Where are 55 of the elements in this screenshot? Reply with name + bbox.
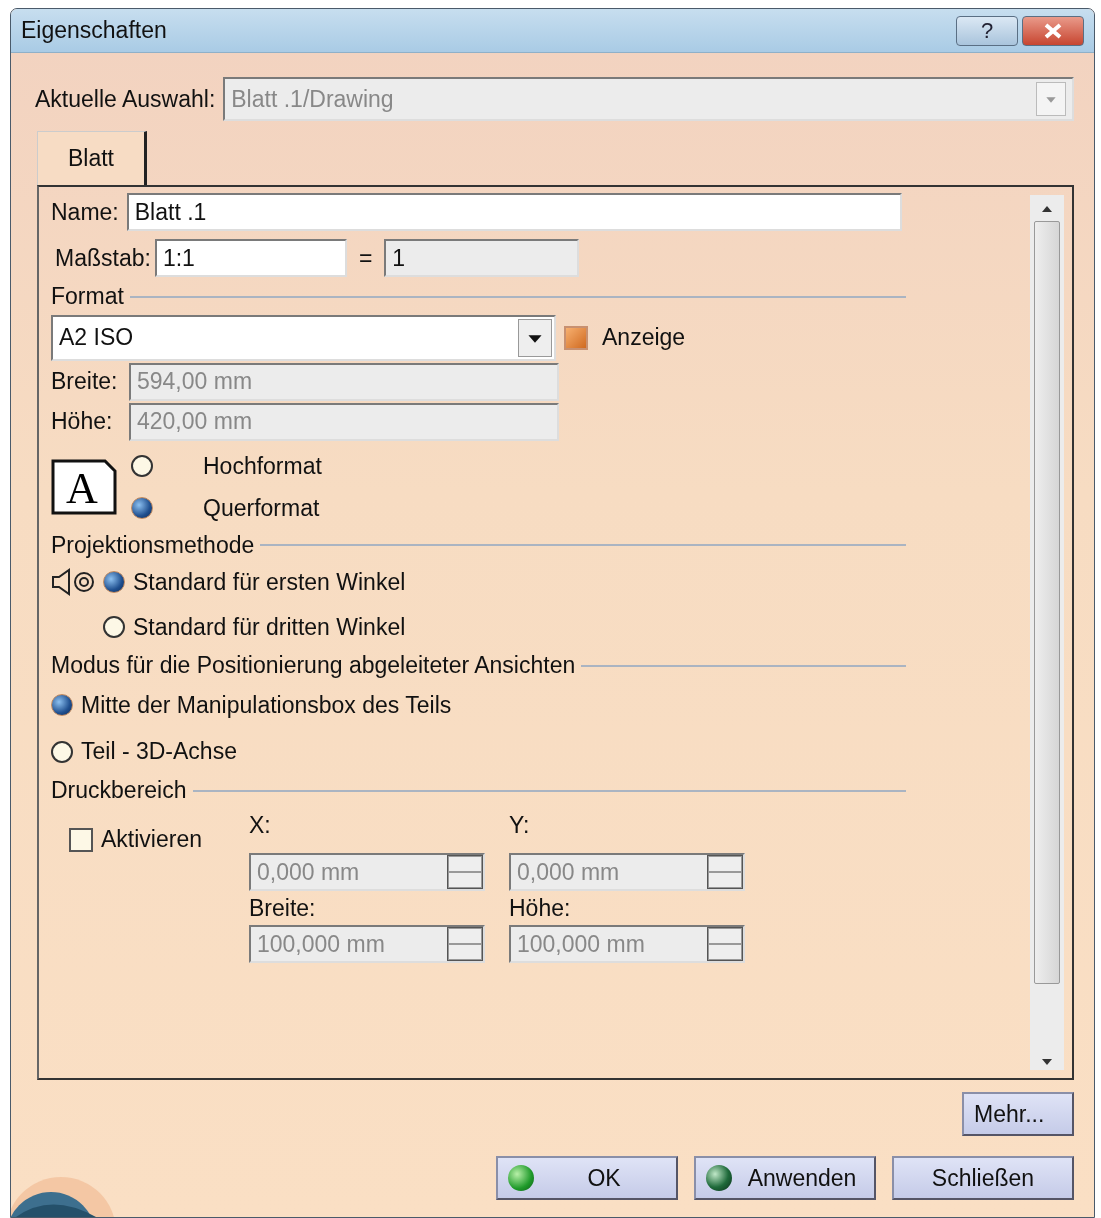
format-dropdown[interactable]: A2 ISO [51,314,556,361]
field-label: Anzeige [602,323,686,353]
radio-button[interactable] [131,497,153,520]
tab[interactable]: Blatt [37,131,147,185]
spin-field: 100,000 mm [509,925,745,964]
spin-field: 0,000 mm [509,852,745,891]
field-label: X: [249,811,271,841]
field-label: Querformat [203,494,320,524]
checkbox[interactable] [564,325,588,350]
checkbox[interactable] [69,827,93,852]
field-label: Hochformat [203,451,322,481]
scale-field[interactable]: 1:1 [154,239,347,277]
field-label: Maßstab: [55,243,151,273]
field-label: Höhe: [509,893,571,923]
spin-button[interactable] [447,927,483,962]
radio-button[interactable] [51,740,73,763]
spin-field: 100,000 mm [249,925,485,964]
field-label: Teil - 3D-Achse [81,737,237,767]
section-title: Druckbereich [51,776,187,805]
ok-button[interactable]: OK [496,1156,678,1200]
field-label: Y: [509,811,530,841]
field-label: = [358,243,373,273]
spin-field: 0,000 mm [249,852,485,891]
section-title: Projektionsmethode [51,531,255,560]
size-field: 420,00 mm [129,402,559,441]
radio-button[interactable] [103,571,125,594]
field-label: Breite: [249,893,316,923]
spin-button[interactable] [707,854,743,889]
apply-button[interactable]: Anwenden [694,1156,876,1200]
spin-button[interactable] [447,854,483,889]
field-label: Standard für ersten Winkel [133,568,406,598]
field-label: Breite: [51,367,119,397]
page-letter-icon: A [51,459,117,516]
field-label: Aktuelle Auswahl: [35,84,216,114]
radio-button[interactable] [103,615,125,638]
window-title: Eigenschaften [21,16,167,46]
size-field: 594,00 mm [129,362,559,401]
close-button[interactable] [1022,15,1084,46]
field-label: Name: [51,197,119,227]
spin-button[interactable] [707,927,743,962]
radio-button[interactable] [51,694,73,717]
radio-button[interactable] [131,454,153,477]
scrollbar[interactable] [1030,195,1064,1070]
name-field[interactable]: Blatt .1 [126,193,902,231]
field-label: Mitte der Manipulationsbox des Teils [81,690,452,720]
field-label: Standard für dritten Winkel [133,612,406,642]
section-title: Modus für die Positionierung abgeleiteter Ansichten [51,652,576,680]
section-title: Format [51,283,124,311]
scale-result-field: 1 [384,239,580,277]
more-button[interactable]: Mehr... [962,1092,1074,1136]
close-button[interactable]: Schließen [892,1156,1074,1200]
help-button[interactable]: ? [956,15,1018,46]
projection-symbol-icon [51,568,95,597]
field-label: Höhe: [51,407,114,437]
field-label: Aktivieren [101,825,202,855]
